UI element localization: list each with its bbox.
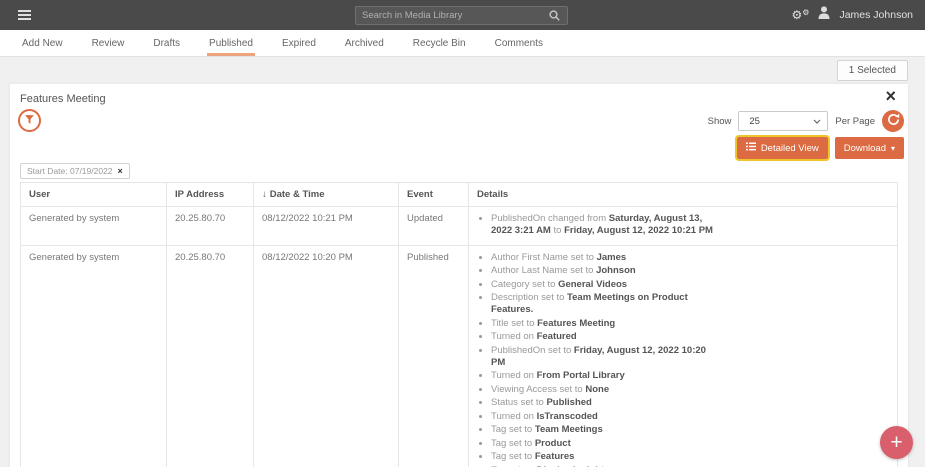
cell-details: PublishedOn changed from Saturday, Augus…: [469, 207, 898, 246]
per-page-select[interactable]: 25: [738, 111, 828, 131]
caret-down-icon: ▾: [891, 144, 895, 153]
tab-published[interactable]: Published: [207, 30, 255, 56]
filter-chip-label: Start Date: 07/19/2022: [27, 166, 113, 176]
detail-bullet: Tag set to Features: [491, 451, 715, 463]
page-title: Features Meeting: [20, 93, 106, 105]
sort-desc-icon: ↓: [262, 189, 267, 200]
table-header-row: User IP Address ↓Date & Time Event Detai…: [21, 183, 898, 207]
table-row: Generated by system 20.25.80.70 08/12/20…: [21, 207, 898, 246]
detail-bullet: Author First Name set to James: [491, 252, 715, 264]
cell-user: Generated by system: [21, 207, 167, 246]
detail-bullet: Tag set to Team Meetings: [491, 424, 715, 436]
history-panel: Features Meeting × Show 25 Per Page Deta…: [10, 84, 908, 467]
col-event[interactable]: Event: [399, 183, 469, 207]
menu-icon[interactable]: [18, 8, 31, 22]
detail-bullet: Category set to General Videos: [491, 279, 715, 291]
topbar-right: ⚙⚙ James Johnson: [792, 6, 925, 24]
details-list: PublishedOn changed from Saturday, Augus…: [477, 213, 715, 237]
cell-details: Author First Name set to JamesAuthor Las…: [469, 245, 898, 467]
tab-bar: Add New Review Drafts Published Expired …: [0, 30, 925, 57]
refresh-button[interactable]: [882, 110, 904, 132]
col-user[interactable]: User: [21, 183, 167, 207]
search-bar: [355, 6, 568, 25]
detail-bullet: Description set to Team Meetings on Prod…: [491, 292, 715, 316]
search-input[interactable]: [356, 10, 549, 21]
add-button[interactable]: +: [880, 426, 913, 459]
details-list: Author First Name set to JamesAuthor Las…: [477, 252, 715, 467]
col-date-time[interactable]: ↓Date & Time: [254, 183, 399, 207]
audit-log-table: User IP Address ↓Date & Time Event Detai…: [20, 182, 898, 467]
selection-count-badge[interactable]: 1 Selected: [837, 60, 908, 81]
detailed-view-label: Detailed View: [761, 143, 819, 154]
show-label: Show: [708, 116, 732, 127]
detail-bullet: Title set to Features Meeting: [491, 318, 715, 330]
tab-add-new[interactable]: Add New: [20, 30, 65, 56]
cell-datetime: 08/12/2022 10:20 PM: [254, 245, 399, 467]
list-icon: [746, 142, 756, 154]
table-row: Generated by system 20.25.80.70 08/12/20…: [21, 245, 898, 467]
per-page-label: Per Page: [835, 116, 875, 127]
detail-bullet: Status set to Published: [491, 397, 715, 409]
action-buttons: Detailed View Download ▾: [737, 137, 904, 159]
top-bar: ⚙⚙ James Johnson: [0, 0, 925, 30]
detail-bullet: Viewing Access set to None: [491, 384, 715, 396]
cell-event: Published: [399, 245, 469, 467]
filter-button[interactable]: [18, 109, 41, 132]
detailed-view-button[interactable]: Detailed View: [737, 137, 828, 159]
refresh-icon: [887, 113, 900, 129]
detail-bullet: Turned on Featured: [491, 331, 715, 343]
col-details[interactable]: Details: [469, 183, 898, 207]
col-ip-address[interactable]: IP Address: [167, 183, 254, 207]
per-page-value: 25: [749, 116, 760, 127]
user-icon[interactable]: [818, 6, 830, 24]
detail-bullet: Turned on From Portal Library: [491, 370, 715, 382]
cell-datetime: 08/12/2022 10:21 PM: [254, 207, 399, 246]
cell-user: Generated by system: [21, 245, 167, 467]
chevron-down-icon: [813, 116, 821, 127]
detail-bullet: PublishedOn set to Friday, August 12, 20…: [491, 345, 715, 369]
pagination-controls: Show 25 Per Page: [708, 110, 904, 132]
detail-bullet: Author Last Name set to Johnson: [491, 265, 715, 277]
detail-bullet: Tag set to Product: [491, 438, 715, 450]
filter-chip-start-date[interactable]: Start Date: 07/19/2022 ×: [20, 163, 130, 179]
chip-close-icon[interactable]: ×: [118, 166, 123, 176]
user-name[interactable]: James Johnson: [839, 9, 913, 21]
funnel-icon: [24, 112, 35, 130]
download-label: Download: [844, 143, 886, 154]
close-icon[interactable]: ×: [885, 86, 896, 107]
tab-review[interactable]: Review: [90, 30, 127, 56]
detail-bullet: PublishedOn changed from Saturday, Augus…: [491, 213, 715, 237]
cell-event: Updated: [399, 207, 469, 246]
cell-ip: 20.25.80.70: [167, 207, 254, 246]
download-button[interactable]: Download ▾: [835, 137, 904, 159]
tab-drafts[interactable]: Drafts: [151, 30, 182, 56]
search-icon[interactable]: [549, 10, 560, 21]
tab-archived[interactable]: Archived: [343, 30, 386, 56]
tab-comments[interactable]: Comments: [493, 30, 545, 56]
tab-expired[interactable]: Expired: [280, 30, 318, 56]
detail-bullet: Turned on IsTranscoded: [491, 411, 715, 423]
cell-ip: 20.25.80.70: [167, 245, 254, 467]
admin-cogs-icon[interactable]: ⚙⚙: [792, 9, 810, 21]
tab-recycle-bin[interactable]: Recycle Bin: [411, 30, 468, 56]
